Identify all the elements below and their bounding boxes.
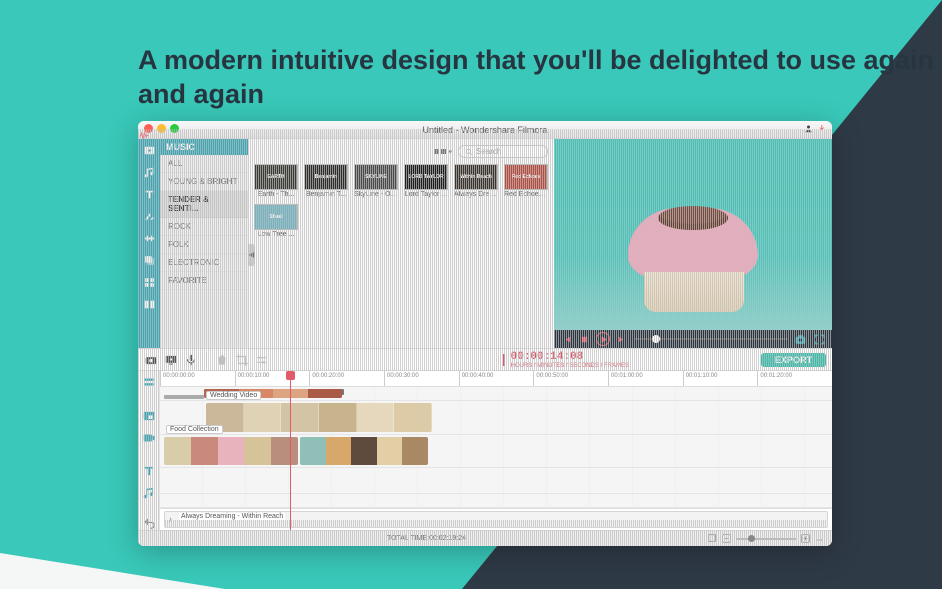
- ruler-tick: 00:00:00:00: [160, 371, 235, 386]
- main-clip-label: Food Collection: [166, 425, 223, 434]
- zoom-slider[interactable]: [736, 538, 796, 540]
- ruler-tick: 00:00:10:00: [235, 371, 310, 386]
- time-ruler[interactable]: 00:00:00:0000:00:10:0000:00:20:0000:00:3…: [160, 371, 832, 387]
- playhead[interactable]: [290, 371, 291, 530]
- ruler-tick: 00:00:50:00: [533, 371, 608, 386]
- edit-toolbar: 00:00:14:08 HOURS / MINUTES / SECONDS / …: [138, 349, 832, 371]
- app-window: Untitled - Wondershare Filmora MUSIC ALL…: [138, 121, 832, 546]
- pip-clip[interactable]: [206, 403, 432, 432]
- ruler-tick: 00:00:30:00: [384, 371, 459, 386]
- marketing-headline: A modern intuitive design that you'll be…: [138, 44, 942, 112]
- timeline-area: 00:00:00:0000:00:10:0000:00:20:0000:00:3…: [138, 371, 832, 530]
- main-video-track[interactable]: Food Collection: [160, 435, 832, 469]
- empty-track-1[interactable]: [160, 468, 832, 494]
- background-corner: [0, 553, 225, 589]
- ruler-tick: 00:01:20:00: [757, 371, 832, 386]
- main-clip-2[interactable]: [300, 437, 428, 466]
- ruler-tick: 00:00:40:00: [459, 371, 534, 386]
- pip-track[interactable]: Wedding Video: [160, 401, 832, 435]
- audio-clip[interactable]: ♪ Always Dreaming - Within Reach: [164, 511, 828, 528]
- ruler-tick: 00:01:10:00: [683, 371, 758, 386]
- ruler-tick: 00:01:00:00: [608, 371, 683, 386]
- audio-waveform: [165, 520, 827, 527]
- text-track[interactable]: [160, 494, 832, 508]
- ruler-tick: 00:00:20:00: [309, 371, 384, 386]
- audio-clip-label: Always Dreaming - Within Reach: [179, 513, 285, 520]
- pip-clip-label: Wedding Video: [206, 391, 261, 400]
- main-clip-1[interactable]: [164, 437, 298, 466]
- audio-track[interactable]: ♪ Always Dreaming - Within Reach: [160, 508, 832, 530]
